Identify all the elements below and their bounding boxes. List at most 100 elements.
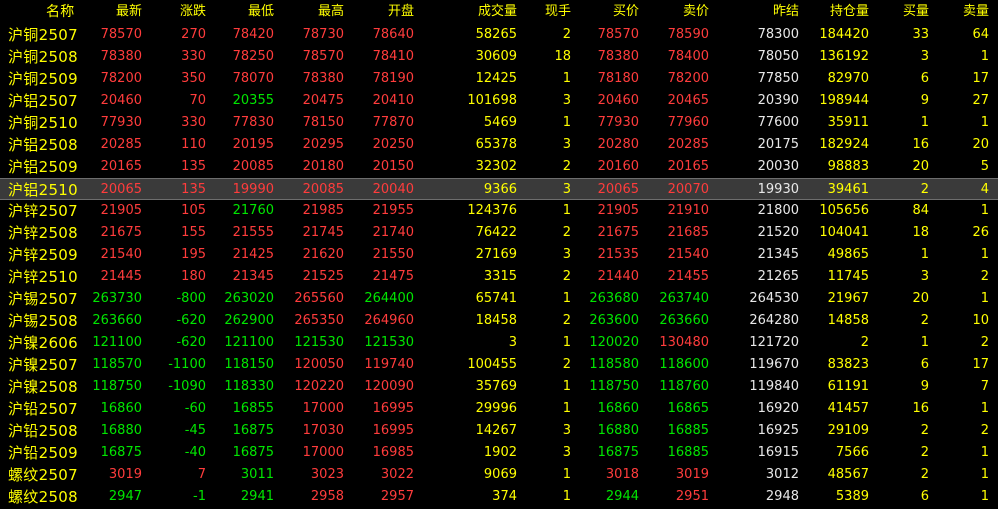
header-open[interactable]: 开盘: [352, 0, 414, 24]
bid-volume-cell: 3: [920, 49, 929, 64]
table-row[interactable]: 沪铅2507 16860 -60 16855 17000 16995 29996 1 16860…: [0, 398, 998, 420]
low-cell: 263020: [224, 291, 274, 306]
header-high[interactable]: 最高: [282, 0, 344, 24]
volume-cell: 65741: [475, 291, 517, 306]
open-cell: 21475: [372, 269, 414, 284]
volume-cell: 1902: [483, 445, 517, 460]
table-row[interactable]: 沪铝2510 20065 135 19990 20085 20040 9366 3 20065 2…: [0, 178, 998, 200]
open-interest-cell: 5389: [835, 489, 869, 504]
table-row[interactable]: 沪锌2508 21675 155 21555 21745 21740 76422 2 21675…: [0, 222, 998, 244]
bid-volume-cell: 1: [920, 115, 929, 130]
low-cell: 16875: [232, 445, 274, 460]
header-name[interactable]: 名称: [46, 0, 75, 24]
table-row[interactable]: 沪锌2510 21445 180 21345 21525 21475 3315 2 21440 2…: [0, 266, 998, 288]
bid-volume-cell: 2: [920, 423, 929, 438]
table-row[interactable]: 沪锡2507 263730 -800 263020 265560 264400 65741 1…: [0, 288, 998, 310]
table-row[interactable]: 螺纹2508 2947 -1 2941 2958 2957 374 1 2944 2951 2948…: [0, 486, 998, 508]
open-interest-cell: 184420: [819, 27, 869, 42]
table-row[interactable]: 沪铅2509 16875 -40 16875 17000 16985 1902 3 16875 1…: [0, 442, 998, 464]
ask-volume-cell: 7: [980, 379, 989, 394]
header-low[interactable]: 最低: [212, 0, 274, 24]
table-row[interactable]: 沪铝2507 20460 70 20355 20475 20410 101698 3 20460…: [0, 90, 998, 112]
table-row[interactable]: 沪铜2510 77930 330 77830 78150 77870 5469 1 77930 7…: [0, 112, 998, 134]
last-price-cell: 21905: [100, 203, 142, 218]
high-cell: 78380: [302, 71, 344, 86]
header-open-interest[interactable]: 持仓量: [800, 0, 869, 24]
table-row[interactable]: 沪铝2508 20285 110 20195 20295 20250 65378 3 20280…: [0, 134, 998, 156]
ask-volume-cell: 2: [980, 269, 989, 284]
name-cell: 沪铝2507: [8, 92, 78, 110]
open-cell: 16995: [372, 401, 414, 416]
name-cell: 沪铜2508: [8, 48, 78, 66]
open-cell: 16985: [372, 445, 414, 460]
ask-volume-cell: 1: [980, 291, 989, 306]
header-last[interactable]: 最新: [80, 0, 142, 24]
header-bid-vol[interactable]: 买量: [880, 0, 929, 24]
bid-price-cell: 263680: [589, 291, 639, 306]
open-cell: 21740: [372, 225, 414, 240]
table-row[interactable]: 沪铜2508 78380 330 78250 78570 78410 30609 18 7838…: [0, 46, 998, 68]
bid-volume-cell: 2: [920, 182, 929, 197]
table-row[interactable]: 螺纹2507 3019 7 3011 3023 3022 9069 1 3018 3019 3012…: [0, 464, 998, 486]
low-cell: 3011: [240, 467, 274, 482]
low-cell: 77830: [232, 115, 274, 130]
change-cell: 110: [181, 137, 206, 152]
prev-settle-cell: 19930: [757, 182, 799, 197]
prev-settle-cell: 78050: [757, 49, 799, 64]
header-ask-vol[interactable]: 卖量: [940, 0, 989, 24]
name-cell: 沪铝2509: [8, 158, 78, 176]
table-row[interactable]: 沪镍2508 118750 -1090 118330 120220 120090 35769…: [0, 376, 998, 398]
bid-volume-cell: 16: [912, 137, 929, 152]
low-cell: 20355: [232, 93, 274, 108]
volume-cell: 14267: [475, 423, 517, 438]
volume-cell: 3315: [483, 269, 517, 284]
name-cell: 沪铜2507: [8, 26, 78, 44]
quote-table: 名称 最新 涨跌 最低 最高 开盘 成交量 现手 买价 卖价 昨结 持仓量 买量…: [0, 0, 998, 508]
prev-settle-cell: 16915: [757, 445, 799, 460]
header-prev-settle[interactable]: 昨结: [730, 0, 799, 24]
last-price-cell: 21540: [100, 247, 142, 262]
open-interest-cell: 105656: [819, 203, 869, 218]
header-ask[interactable]: 卖价: [640, 0, 709, 24]
table-row[interactable]: 沪锡2508 263660 -620 262900 265350 264960 18458 2…: [0, 310, 998, 332]
table-row[interactable]: 沪镍2606 121100 -620 121100 121530 121530 3 1 1200…: [0, 332, 998, 354]
ask-volume-cell: 26: [972, 225, 989, 240]
high-cell: 20295: [302, 137, 344, 152]
ask-volume-cell: 5: [980, 159, 989, 174]
volume-cell: 58265: [475, 27, 517, 42]
change-cell: 350: [181, 71, 206, 86]
volume-cell: 124376: [467, 203, 517, 218]
prev-settle-cell: 16920: [757, 401, 799, 416]
change-cell: 135: [181, 159, 206, 174]
ask-volume-cell: 2: [980, 423, 989, 438]
table-row[interactable]: 沪铅2508 16880 -45 16875 17030 16995 14267 3 16880…: [0, 420, 998, 442]
ask-price-cell: 78590: [667, 27, 709, 42]
change-cell: 105: [181, 203, 206, 218]
table-row[interactable]: 沪镍2507 118570 -1100 118150 120050 119740 10045…: [0, 354, 998, 376]
change-cell: -1: [193, 489, 206, 504]
table-row[interactable]: 沪锌2509 21540 195 21425 21620 21550 27169 3 21535…: [0, 244, 998, 266]
header-bid[interactable]: 买价: [572, 0, 639, 24]
change-cell: 270: [181, 27, 206, 42]
low-cell: 262900: [224, 313, 274, 328]
table-row[interactable]: 沪铜2509 78200 350 78070 78380 78190 12425 1 78180…: [0, 68, 998, 90]
change-cell: -1100: [168, 357, 206, 372]
bid-price-cell: 78380: [597, 49, 639, 64]
last-price-cell: 77930: [100, 115, 142, 130]
table-row[interactable]: 沪铝2509 20165 135 20085 20180 20150 32302 2 20160…: [0, 156, 998, 178]
header-change[interactable]: 涨跌: [150, 0, 206, 24]
high-cell: 78150: [302, 115, 344, 130]
high-cell: 17000: [302, 445, 344, 460]
header-volume[interactable]: 成交量: [450, 0, 517, 24]
open-interest-cell: 82970: [827, 71, 869, 86]
table-row[interactable]: 沪铜2507 78570 270 78420 78730 78640 58265 2 78570…: [0, 24, 998, 46]
header-current[interactable]: 现手: [530, 0, 571, 24]
table-row[interactable]: 沪锌2507 21905 105 21760 21985 21955 124376 1 2190…: [0, 200, 998, 222]
change-cell: 180: [181, 269, 206, 284]
bid-volume-cell: 1: [920, 335, 929, 350]
prev-settle-cell: 264280: [749, 313, 799, 328]
prev-settle-cell: 121720: [749, 335, 799, 350]
name-cell: 沪锡2508: [8, 312, 78, 330]
bid-price-cell: 20460: [597, 93, 639, 108]
volume-cell: 29996: [475, 401, 517, 416]
